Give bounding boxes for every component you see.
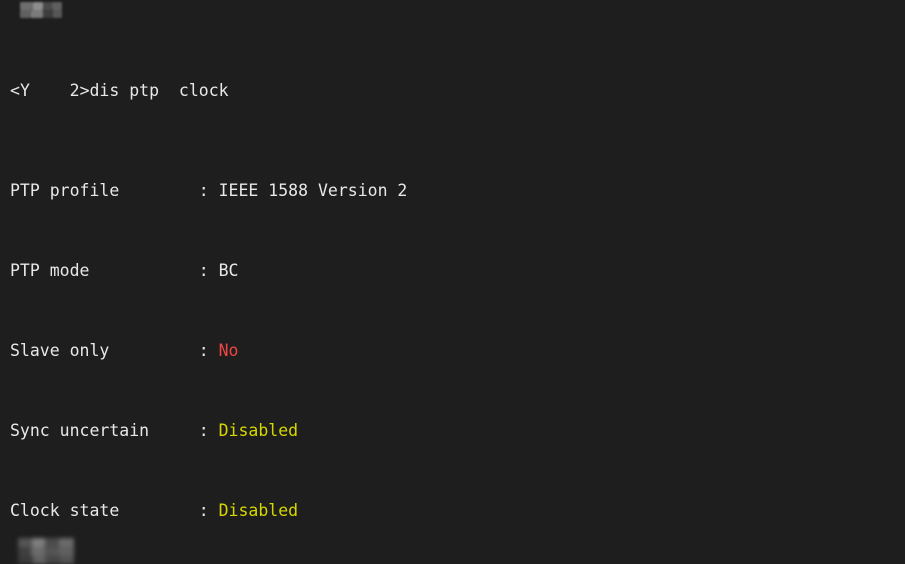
field-label: PTP mode <box>10 261 199 280</box>
field-separator: : <box>198 421 219 440</box>
field-separator: : <box>198 261 219 280</box>
field-value: Disabled <box>218 501 299 520</box>
field-label: Clock state <box>10 501 199 520</box>
field-value: IEEE 1588 Version 2 <box>218 181 408 200</box>
field-label: Slave only <box>10 341 199 360</box>
field-separator: : <box>198 501 219 520</box>
prompt-hostname-redacted <box>30 81 70 100</box>
field-row-clock-state: Clock state : Disabled <box>10 501 815 521</box>
field-row-sync-uncertain: Sync uncertain : Disabled <box>10 421 815 441</box>
field-label: PTP profile <box>10 181 199 200</box>
prompt-hostname-suffix: 2 <box>69 81 80 100</box>
field-row-ptp-profile: PTP profile : IEEE 1588 Version 2 <box>10 181 815 201</box>
field-separator: : <box>198 181 219 200</box>
prompt-hostname-visible: Y <box>19 81 30 100</box>
field-row-ptp-mode: PTP mode : BC <box>10 261 815 281</box>
prompt-open-bracket: < <box>10 81 20 100</box>
field-value: No <box>218 341 239 360</box>
field-separator: : <box>198 341 219 360</box>
command-prompt-line: <Y 2>dis ptp clock <box>10 81 815 101</box>
prompt-command-text: dis ptp clock <box>89 81 229 100</box>
field-label: Sync uncertain <box>10 421 199 440</box>
terminal-window[interactable]: <Y 2>dis ptp clock PTP profile : IEEE 15… <box>0 0 905 564</box>
field-value: Disabled <box>218 421 299 440</box>
prompt-close-bracket: > <box>79 81 90 100</box>
field-value: BC <box>218 261 239 280</box>
field-row-slave-only: Slave only : No <box>10 341 815 361</box>
terminal-output-area: <Y 2>dis ptp clock PTP profile : IEEE 15… <box>10 1 815 564</box>
